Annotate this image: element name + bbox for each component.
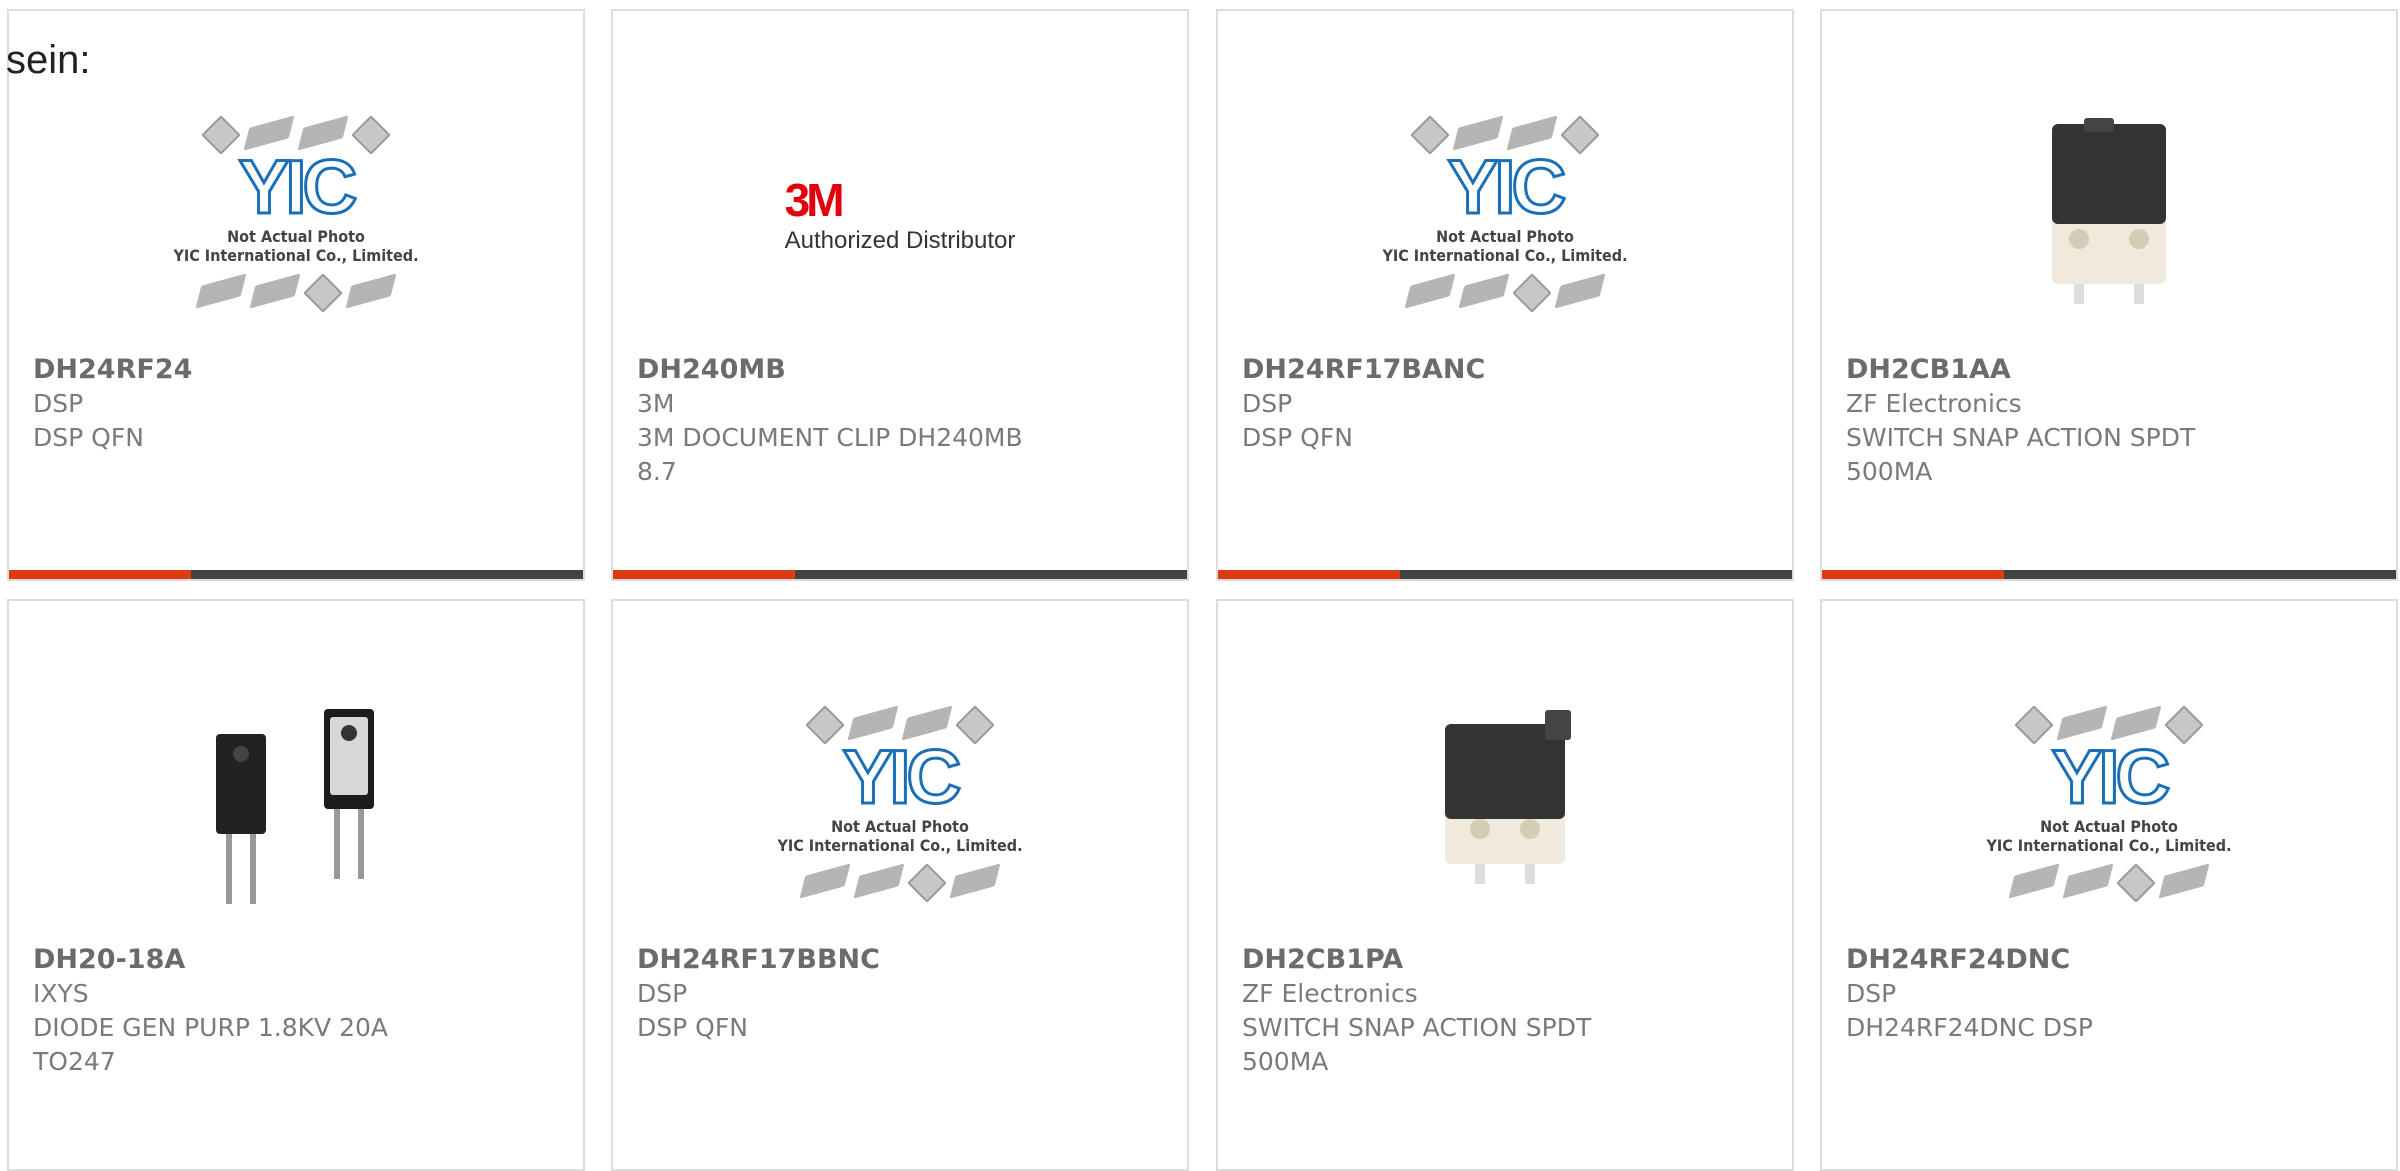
product-card[interactable]: 3M Authorized Distributor DH240MB 3M 3M … bbox=[611, 9, 1189, 581]
placeholder-caption-1: Not Actual Photo bbox=[227, 226, 365, 246]
product-card[interactable]: DH2CB1AA ZF Electronics SWITCH SNAP ACTI… bbox=[1820, 9, 2398, 581]
description: DSP QFN bbox=[33, 423, 144, 452]
part-number[interactable]: DH2CB1PA bbox=[1242, 943, 1772, 977]
product-card[interactable]: YIC Not Actual Photo YIC International C… bbox=[1216, 9, 1794, 581]
card-bottom-bar bbox=[613, 570, 1187, 579]
manufacturer: DSP bbox=[33, 389, 84, 418]
part-number[interactable]: DH24RF17BBNC bbox=[637, 943, 1167, 977]
card-accent-bar bbox=[1218, 570, 1400, 579]
manufacturer: ZF Electronics bbox=[1846, 389, 2022, 418]
placeholder-caption-2: YIC International Co., Limited. bbox=[777, 835, 1023, 855]
description-extra: 500MA bbox=[1846, 457, 1933, 486]
placeholder-caption-2: YIC International Co., Limited. bbox=[1382, 245, 1628, 265]
product-grid: YIC Not Actual Photo YIC International C… bbox=[0, 0, 2400, 1171]
manufacturer: 3M bbox=[637, 389, 675, 418]
product-image-placeholder: YIC Not Actual Photo YIC International C… bbox=[9, 81, 583, 346]
description: 3M DOCUMENT CLIP DH240MB bbox=[637, 423, 1023, 452]
product-image-diode bbox=[9, 671, 583, 936]
description-extra: TO247 bbox=[33, 1047, 116, 1076]
part-number[interactable]: DH20-18A bbox=[33, 943, 563, 977]
placeholder-caption-2: YIC International Co., Limited. bbox=[173, 245, 419, 265]
product-image-placeholder: YIC Not Actual Photo YIC International C… bbox=[1218, 81, 1792, 346]
placeholder-caption-1: Not Actual Photo bbox=[831, 816, 969, 836]
yic-logo: YIC bbox=[841, 734, 963, 820]
yic-logo: YIC bbox=[2050, 734, 2172, 820]
product-card[interactable]: DH20-18A IXYS DIODE GEN PURP 1.8KV 20A T… bbox=[7, 599, 585, 1171]
page-text-fragment: sein: bbox=[6, 38, 91, 82]
manufacturer: DSP bbox=[1846, 979, 1897, 1008]
product-card[interactable]: DH2CB1PA ZF Electronics SWITCH SNAP ACTI… bbox=[1216, 599, 1794, 1171]
description-extra: 8.7 bbox=[637, 457, 677, 486]
product-image-3m-logo: 3M Authorized Distributor bbox=[613, 81, 1187, 346]
placeholder-caption-1: Not Actual Photo bbox=[2040, 816, 2178, 836]
placeholder-caption-1: Not Actual Photo bbox=[1436, 226, 1574, 246]
product-image-snap-switch bbox=[1822, 81, 2396, 346]
manufacturer: IXYS bbox=[33, 979, 89, 1008]
part-number[interactable]: DH2CB1AA bbox=[1846, 353, 2376, 387]
manufacturer: DSP bbox=[1242, 389, 1293, 418]
description: SWITCH SNAP ACTION SPDT bbox=[1846, 423, 2196, 452]
product-card[interactable]: YIC Not Actual Photo YIC International C… bbox=[611, 599, 1189, 1171]
description-extra: 500MA bbox=[1242, 1047, 1329, 1076]
part-number[interactable]: DH240MB bbox=[637, 353, 1167, 387]
3m-tagline: Authorized Distributor bbox=[784, 226, 1016, 254]
description: DH24RF24DNC DSP bbox=[1846, 1013, 2093, 1042]
part-number[interactable]: DH24RF24DNC bbox=[1846, 943, 2376, 977]
card-bottom-bar bbox=[1822, 570, 2396, 579]
snap-switch-icon bbox=[1445, 709, 1571, 884]
part-number[interactable]: DH24RF24 bbox=[33, 353, 563, 387]
card-accent-bar bbox=[9, 570, 191, 579]
product-card[interactable]: YIC Not Actual Photo YIC International C… bbox=[1820, 599, 2398, 1171]
card-accent-bar bbox=[613, 570, 795, 579]
card-accent-bar bbox=[1822, 570, 2004, 579]
card-bottom-bar bbox=[1218, 570, 1792, 579]
3m-logo: 3M bbox=[784, 173, 845, 226]
part-number[interactable]: DH24RF17BANC bbox=[1242, 353, 1772, 387]
product-image-snap-switch bbox=[1218, 671, 1792, 936]
description: DIODE GEN PURP 1.8KV 20A bbox=[33, 1013, 388, 1042]
description: DSP QFN bbox=[637, 1013, 748, 1042]
snap-switch-icon bbox=[2052, 117, 2166, 304]
product-card[interactable]: YIC Not Actual Photo YIC International C… bbox=[7, 9, 585, 581]
description: DSP QFN bbox=[1242, 423, 1353, 452]
product-image-placeholder: YIC Not Actual Photo YIC International C… bbox=[1822, 671, 2396, 936]
yic-logo: YIC bbox=[1446, 144, 1568, 230]
diode-to247-icon bbox=[216, 708, 374, 904]
product-image-placeholder: YIC Not Actual Photo YIC International C… bbox=[613, 671, 1187, 936]
manufacturer: DSP bbox=[637, 979, 688, 1008]
manufacturer: ZF Electronics bbox=[1242, 979, 1418, 1008]
yic-logo: YIC bbox=[237, 144, 359, 230]
description: SWITCH SNAP ACTION SPDT bbox=[1242, 1013, 1592, 1042]
card-bottom-bar bbox=[9, 570, 583, 579]
placeholder-caption-2: YIC International Co., Limited. bbox=[1986, 835, 2232, 855]
